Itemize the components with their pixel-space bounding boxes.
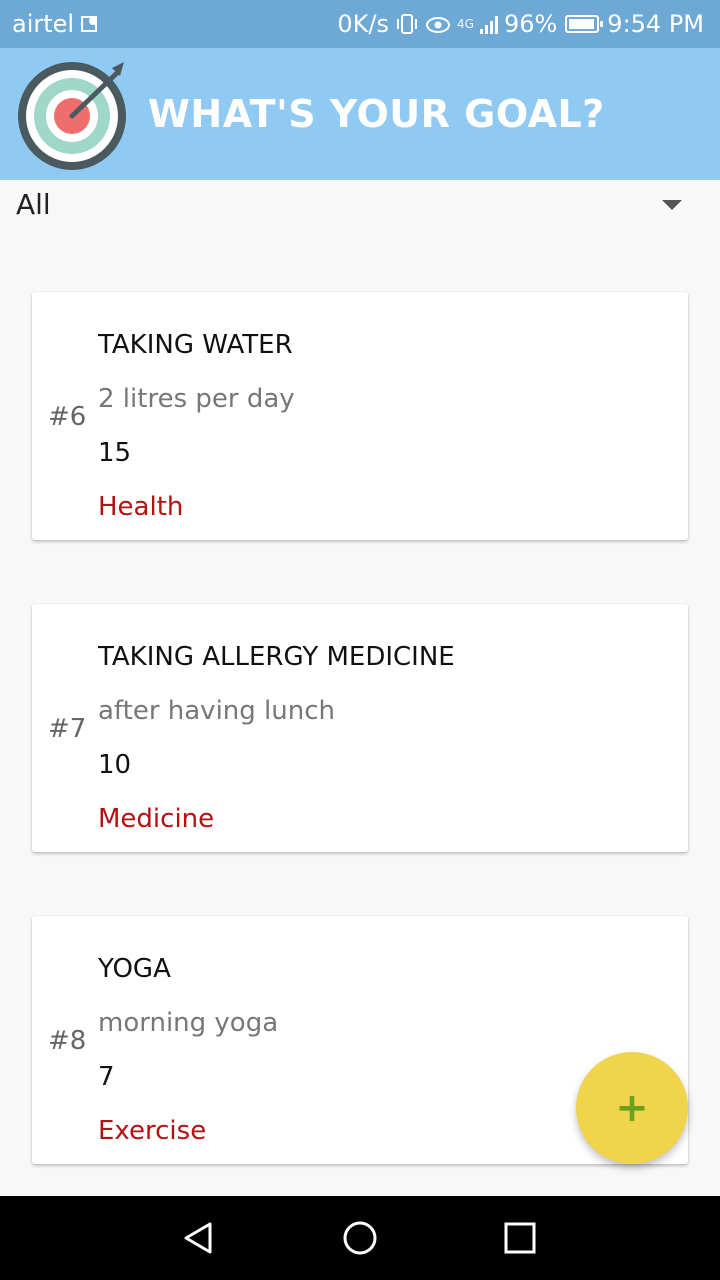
target-icon: [18, 62, 126, 170]
carrier-label: airtel: [12, 10, 75, 38]
vibrate-icon: [397, 14, 418, 34]
plus-icon: +: [615, 1085, 649, 1131]
add-goal-button[interactable]: +: [576, 1052, 688, 1164]
goal-title: TAKING WATER: [98, 330, 293, 360]
chevron-down-icon: [662, 200, 682, 210]
goal-count: 7: [98, 1062, 115, 1092]
system-nav-bar: [0, 1196, 720, 1280]
goal-category: Health: [98, 492, 184, 522]
battery-icon: [565, 15, 604, 33]
goal-card[interactable]: #7 TAKING ALLERGY MEDICINE after having …: [32, 604, 688, 852]
app-bar: WHAT'S YOUR GOAL?: [0, 48, 720, 180]
goal-number: #8: [48, 1026, 87, 1056]
page-title: WHAT'S YOUR GOAL?: [148, 92, 605, 136]
back-triangle-icon[interactable]: [178, 1218, 218, 1258]
goal-count: 10: [98, 750, 132, 780]
signal-icon: [479, 14, 498, 34]
goal-title: YOGA: [98, 954, 171, 984]
filter-selected-value: All: [16, 188, 51, 221]
battery-percent: 96%: [503, 10, 558, 38]
goal-category: Medicine: [98, 804, 215, 834]
goal-description: morning yoga: [98, 1008, 279, 1038]
goal-description: 2 litres per day: [98, 384, 295, 414]
network-type: 4G: [457, 17, 474, 31]
goal-card[interactable]: #6 TAKING WATER 2 litres per day 15 Heal…: [32, 292, 688, 540]
goal-category: Exercise: [98, 1116, 207, 1146]
home-circle-icon[interactable]: [340, 1218, 380, 1258]
clock: 9:54 PM: [607, 10, 704, 38]
goal-number: #7: [48, 714, 87, 744]
goal-number: #6: [48, 402, 87, 432]
eye-icon: [426, 17, 451, 33]
goal-count: 15: [98, 438, 132, 468]
net-speed: 0K/s: [337, 10, 390, 38]
category-filter-dropdown[interactable]: All: [0, 180, 720, 232]
goal-title: TAKING ALLERGY MEDICINE: [98, 642, 455, 672]
status-bar: airtel 0K/s 4G 96% 9:54 PM: [0, 0, 720, 48]
goal-description: after having lunch: [98, 696, 335, 726]
recents-square-icon[interactable]: [500, 1218, 540, 1258]
location-icon: [81, 16, 98, 32]
